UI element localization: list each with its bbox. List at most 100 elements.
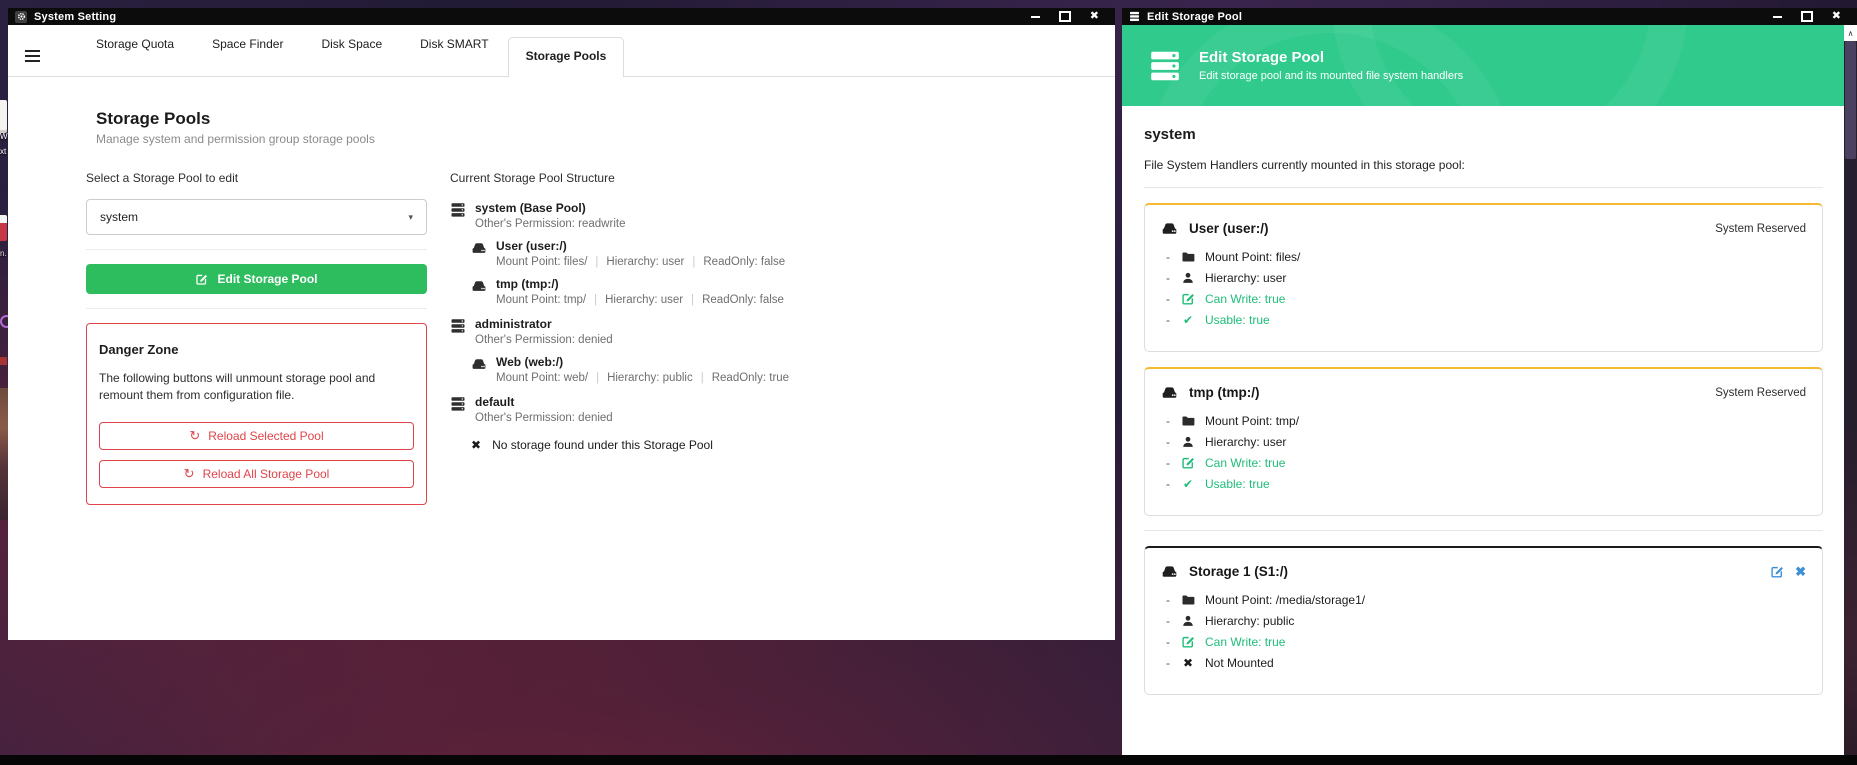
handler-detail-row: -✔Usable: true	[1166, 477, 1806, 491]
pool-editor-column: Select a Storage Pool to edit system ▾ E…	[86, 171, 427, 505]
page-title: Storage Pools	[96, 109, 1115, 129]
tab-disk-space[interactable]: Disk Space	[302, 37, 401, 76]
desktop-icon-fragment[interactable]	[0, 215, 7, 241]
hdd-icon	[471, 356, 487, 372]
tree-handler-tmp: tmp (tmp:/) Mount Point: tmp/Hierarchy: …	[471, 277, 789, 306]
minimize-button[interactable]	[1031, 16, 1040, 18]
reload-all-pool-button[interactable]: ↻ Reload All Storage Pool	[99, 460, 414, 488]
folder-icon	[1181, 414, 1195, 428]
edit-window-titlebar[interactable]: Edit Storage Pool ✖	[1122, 8, 1857, 25]
server-icon	[450, 318, 466, 334]
edit-handler-button[interactable]	[1770, 565, 1784, 579]
handler-card-tmp: tmp (tmp:/) System Reserved -Mount Point…	[1144, 367, 1823, 516]
desktop-icon-label: n.	[0, 250, 7, 258]
tree-handler-user: User (user:/) Mount Point: files/Hierarc…	[471, 239, 789, 268]
folder-icon	[1181, 250, 1195, 264]
danger-zone-description: The following buttons will unmount stora…	[99, 370, 414, 405]
pool-name-heading: system	[1144, 126, 1823, 143]
divider	[1144, 530, 1823, 531]
user-icon	[1181, 435, 1195, 449]
storage-pool-select-value: system	[100, 210, 138, 224]
handler-detail-row: -Can Write: true	[1166, 456, 1806, 470]
handler-detail-row: -Mount Point: tmp/	[1166, 414, 1806, 428]
chevron-down-icon: ▾	[408, 212, 413, 223]
gear-icon	[15, 11, 27, 23]
danger-zone-card: Danger Zone The following buttons will u…	[86, 323, 427, 505]
tree-pool-default: default Other's Permission: denied	[450, 395, 789, 424]
scrollbar-thumb[interactable]	[1845, 41, 1856, 159]
tree-pool-system: system (Base Pool) Other's Permission: r…	[450, 201, 789, 230]
handler-detail-row: -✔Usable: true	[1166, 313, 1806, 327]
handler-detail-row: -✖Not Mounted	[1166, 656, 1806, 670]
maximize-button[interactable]	[1059, 11, 1071, 22]
desktop-icon-fragment[interactable]	[0, 100, 7, 130]
danger-zone-title: Danger Zone	[99, 342, 414, 357]
handler-detail-row: -Mount Point: /media/storage1/	[1166, 593, 1806, 607]
check-icon: ✔	[1181, 477, 1195, 491]
page-subtitle: Manage system and permission group stora…	[96, 132, 1115, 146]
tab-space-finder[interactable]: Space Finder	[193, 37, 302, 76]
hdd-icon	[1161, 220, 1178, 237]
hdd-icon	[471, 240, 487, 256]
folder-icon	[1181, 593, 1195, 607]
hdd-icon	[1161, 563, 1178, 580]
edit-storage-pool-button[interactable]: Edit Storage Pool	[86, 264, 427, 294]
edit-pool-banner: Edit Storage Pool Edit storage pool and …	[1122, 25, 1844, 106]
system-reserved-badge: System Reserved	[1715, 223, 1806, 235]
divider	[1144, 187, 1823, 188]
tab-storage-quota[interactable]: Storage Quota	[77, 37, 193, 76]
desktop-icon-label: W	[0, 133, 8, 141]
handler-detail-row: -Can Write: true	[1166, 292, 1806, 306]
tree-handler-web: Web (web:/) Mount Point: web/Hierarchy: …	[471, 355, 789, 384]
handler-title: Storage 1 (S1:/)	[1189, 564, 1288, 579]
desktop-icon-fragment	[0, 357, 7, 365]
storage-pools-page: Storage Pools Manage system and permissi…	[8, 77, 1115, 505]
close-button[interactable]: ✖	[1090, 11, 1099, 22]
storage-structure: Current Storage Pool Structure system (B…	[450, 171, 789, 505]
refresh-icon: ↻	[189, 429, 200, 442]
cross-icon: ✖	[1181, 656, 1195, 670]
minimize-button[interactable]	[1773, 16, 1782, 18]
select-pool-label: Select a Storage Pool to edit	[86, 171, 427, 185]
edit-icon	[1181, 635, 1195, 649]
handler-detail-row: -Can Write: true	[1166, 635, 1806, 649]
handler-detail-row: -Mount Point: files/	[1166, 250, 1806, 264]
scroll-up-button[interactable]: ∧	[1844, 25, 1857, 41]
edit-icon	[1181, 292, 1195, 306]
tab-storage-pools[interactable]: Storage Pools	[508, 37, 625, 77]
desktop-icon-label: xt	[0, 148, 6, 156]
banner-subtitle: Edit storage pool and its mounted file s…	[1199, 70, 1463, 82]
check-icon: ✔	[1181, 313, 1195, 327]
reload-selected-pool-button[interactable]: ↻ Reload Selected Pool	[99, 422, 414, 450]
desktop-wallpaper-detail	[0, 388, 8, 520]
handler-detail-row: -Hierarchy: user	[1166, 435, 1806, 449]
system-setting-window: System Setting ✖ Storage Quota Space Fin…	[8, 8, 1115, 640]
settings-tabbar: Storage Quota Space Finder Disk Space Di…	[8, 25, 1115, 77]
storage-pool-select[interactable]: system ▾	[86, 199, 427, 235]
system-reserved-badge: System Reserved	[1715, 387, 1806, 399]
edit-pool-content: system File System Handlers currently mo…	[1122, 106, 1857, 719]
server-icon	[1129, 11, 1140, 22]
handler-title: User (user:/)	[1189, 221, 1269, 236]
divider	[86, 249, 427, 250]
taskbar[interactable]	[0, 755, 1857, 765]
remove-handler-button[interactable]: ✖	[1795, 565, 1806, 578]
maximize-button[interactable]	[1801, 11, 1813, 22]
tree-pool-administrator: administrator Other's Permission: denied	[450, 317, 789, 346]
handler-detail-row: -Hierarchy: public	[1166, 614, 1806, 628]
cross-icon: ✖	[471, 438, 481, 452]
tab-disk-smart[interactable]: Disk SMART	[401, 37, 507, 76]
server-icon	[450, 396, 466, 412]
handlers-description: File System Handlers currently mounted i…	[1144, 158, 1823, 172]
server-icon	[450, 202, 466, 218]
server-icon	[1148, 49, 1182, 83]
menu-button[interactable]	[25, 50, 40, 63]
handler-card-storage1: Storage 1 (S1:/) ✖ -Mount Point: /media/…	[1144, 546, 1823, 695]
vertical-scrollbar[interactable]: ∧	[1844, 25, 1857, 755]
edit-icon	[195, 273, 208, 286]
user-icon	[1181, 614, 1195, 628]
close-button[interactable]: ✖	[1832, 11, 1841, 22]
hdd-icon	[471, 278, 487, 294]
main-window-titlebar[interactable]: System Setting ✖	[8, 8, 1115, 25]
banner-title: Edit Storage Pool	[1199, 49, 1463, 66]
